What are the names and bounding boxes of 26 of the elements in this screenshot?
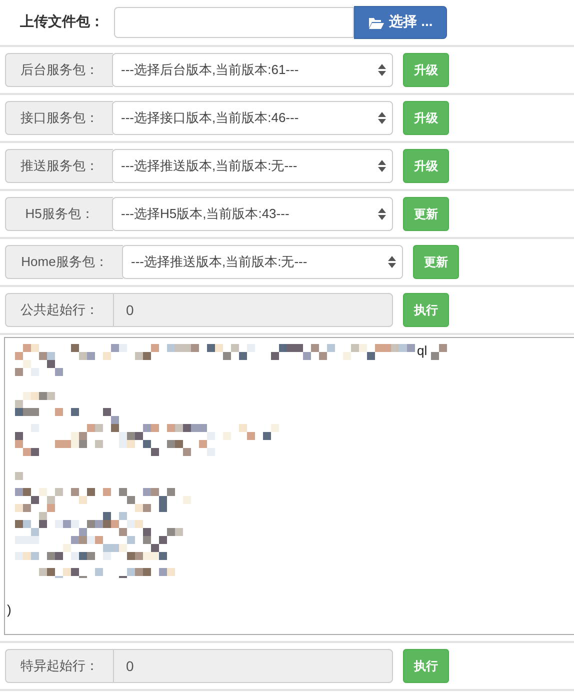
field-label: H5服务包： — [5, 197, 113, 231]
field-label: 公共起始行： — [5, 293, 113, 327]
field-label: 推送服务包： — [5, 149, 113, 183]
folder-icon — [368, 16, 384, 28]
version-dropdown[interactable]: ---选择后台版本,当前版本:61--- — [112, 53, 393, 87]
start-line-field[interactable]: 0 — [113, 649, 393, 683]
file-path-field[interactable] — [114, 6, 354, 38]
code-text: ) — [7, 602, 12, 617]
field-label: 接口服务包： — [5, 101, 113, 135]
version-dropdown[interactable]: ---选择推送版本,当前版本:无--- — [122, 245, 403, 279]
script-textarea[interactable]: ql ) — [4, 337, 574, 635]
code-text: ql — [417, 343, 428, 358]
dropdown-arrows-icon — [378, 64, 386, 76]
start-line-field[interactable]: 0 — [113, 293, 393, 327]
field-label: 特异起始行： — [5, 649, 113, 683]
dropdown-arrows-icon — [378, 208, 386, 220]
browse-button[interactable]: 选择 ... — [354, 6, 447, 38]
dropdown-arrows-icon — [378, 160, 386, 172]
version-dropdown[interactable]: ---选择接口版本,当前版本:46--- — [112, 101, 393, 135]
version-dropdown[interactable]: ---选择推送版本,当前版本:无--- — [112, 149, 393, 183]
field-label: 后台服务包： — [5, 53, 113, 87]
field-label: Home服务包： — [5, 245, 123, 279]
dropdown-arrows-icon — [378, 112, 386, 124]
dropdown-arrows-icon — [388, 256, 396, 268]
version-dropdown[interactable]: ---选择H5版本,当前版本:43--- — [112, 197, 393, 231]
field-label: 上传文件包： — [20, 13, 105, 31]
